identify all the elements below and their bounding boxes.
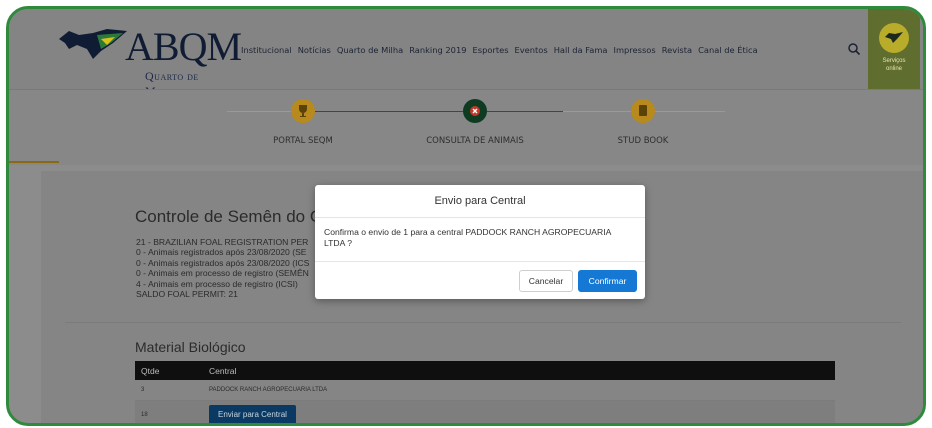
summary-line: 21 - BRAZILIAN FOAL REGISTRATION PER bbox=[136, 237, 309, 247]
nav-item-ranking[interactable]: Ranking 2019 bbox=[409, 45, 466, 55]
step-connector bbox=[227, 111, 291, 112]
table-row: 18 Enviar para Central bbox=[135, 401, 835, 423]
close-icon[interactable] bbox=[463, 99, 487, 123]
portal-steps: PORTAL SEQM CONSULTA DE ANIMAIS STUD BOO… bbox=[9, 89, 923, 165]
step-connector bbox=[563, 111, 631, 112]
abqm-logo[interactable]: ABQM Quarto de Milha bbox=[57, 21, 242, 98]
step-label-portal-seqm[interactable]: PORTAL SEQM bbox=[213, 136, 393, 146]
dialog-divider bbox=[315, 261, 645, 262]
page-title: Controle de Semên do Ga bbox=[135, 207, 333, 226]
cell-qtde: 3 bbox=[141, 387, 145, 393]
nav-item-noticias[interactable]: Notícias bbox=[298, 45, 331, 55]
confirm-dialog: Envio para Central Confirma o envio de 1… bbox=[315, 185, 645, 299]
summary-line: 4 - Animais em processo de registro (ICS… bbox=[136, 278, 298, 289]
active-tab-indicator bbox=[9, 161, 59, 163]
services-online-button[interactable]: Serviços online bbox=[868, 9, 920, 89]
app-window: ABQM Quarto de Milha Institucional Notíc… bbox=[6, 6, 926, 426]
cancel-button[interactable]: Cancelar bbox=[519, 270, 573, 292]
material-section-title: Material Biológico bbox=[135, 339, 246, 355]
nav-item-quarto-de-milha[interactable]: Quarto de Milha bbox=[337, 45, 403, 55]
cell-central: PADDOCK RANCH AGROPECUARIA LTDA bbox=[209, 387, 328, 393]
step-label-stud-book[interactable]: STUD BOOK bbox=[553, 136, 733, 146]
table-row: 3 PADDOCK RANCH AGROPECUARIA LTDA bbox=[135, 380, 835, 401]
cell-qtde: 18 bbox=[141, 411, 148, 418]
material-table: Qtde Central 3 PADDOCK RANCH AGROPECUARI… bbox=[135, 361, 835, 423]
nav-item-canal-de-etica[interactable]: Canal de Ética bbox=[698, 45, 758, 55]
services-horse-icon bbox=[879, 23, 909, 53]
nav-item-esportes[interactable]: Esportes bbox=[473, 45, 509, 55]
main-nav: Institucional Notícias Quarto de Milha R… bbox=[241, 45, 758, 55]
step-connector bbox=[315, 111, 463, 112]
site-header: ABQM Quarto de Milha Institucional Notíc… bbox=[9, 9, 923, 98]
summary-line: 0 - Animais registrados após 23/08/2020 … bbox=[136, 257, 310, 268]
send-to-central-button[interactable]: Enviar para Central bbox=[209, 404, 296, 423]
step-connector bbox=[655, 111, 725, 112]
step-connector bbox=[487, 111, 563, 112]
dialog-message: Confirma o envio de 1 para a central PAD… bbox=[324, 227, 611, 248]
nav-item-revista[interactable]: Revista bbox=[662, 45, 692, 55]
nav-item-eventos[interactable]: Eventos bbox=[515, 45, 548, 55]
dialog-title: Envio para Central bbox=[434, 195, 526, 207]
horse-logo-icon bbox=[59, 29, 127, 59]
confirm-button[interactable]: Confirmar bbox=[578, 270, 637, 292]
column-header-qtde: Qtde bbox=[141, 365, 160, 376]
trophy-icon[interactable] bbox=[291, 99, 315, 123]
step-label-consulta-de-animais[interactable]: CONSULTA DE ANIMAIS bbox=[385, 136, 565, 146]
nav-item-hall-da-fama[interactable]: Hall da Fama bbox=[554, 45, 608, 55]
table-header: Qtde Central bbox=[135, 361, 835, 380]
brand-name: ABQM bbox=[125, 24, 242, 69]
book-icon[interactable] bbox=[631, 99, 655, 123]
nav-item-impressos[interactable]: Impressos bbox=[614, 45, 656, 55]
summary-line: 0 - Animais em processo de registro (SEM… bbox=[136, 268, 309, 279]
column-header-central: Central bbox=[209, 365, 237, 376]
semen-summary: 21 - BRAZILIAN FOAL REGISTRATION PER 0 -… bbox=[136, 237, 309, 299]
services-label: Serviços online bbox=[882, 58, 906, 72]
nav-item-institucional[interactable]: Institucional bbox=[241, 45, 292, 55]
search-icon[interactable] bbox=[847, 42, 861, 56]
section-divider bbox=[65, 322, 901, 323]
summary-line: 0 - Animais registrados após 23/08/2020 … bbox=[136, 247, 307, 258]
summary-line: SALDO FOAL PERMIT: 21 bbox=[136, 289, 238, 300]
dialog-divider bbox=[315, 217, 645, 218]
